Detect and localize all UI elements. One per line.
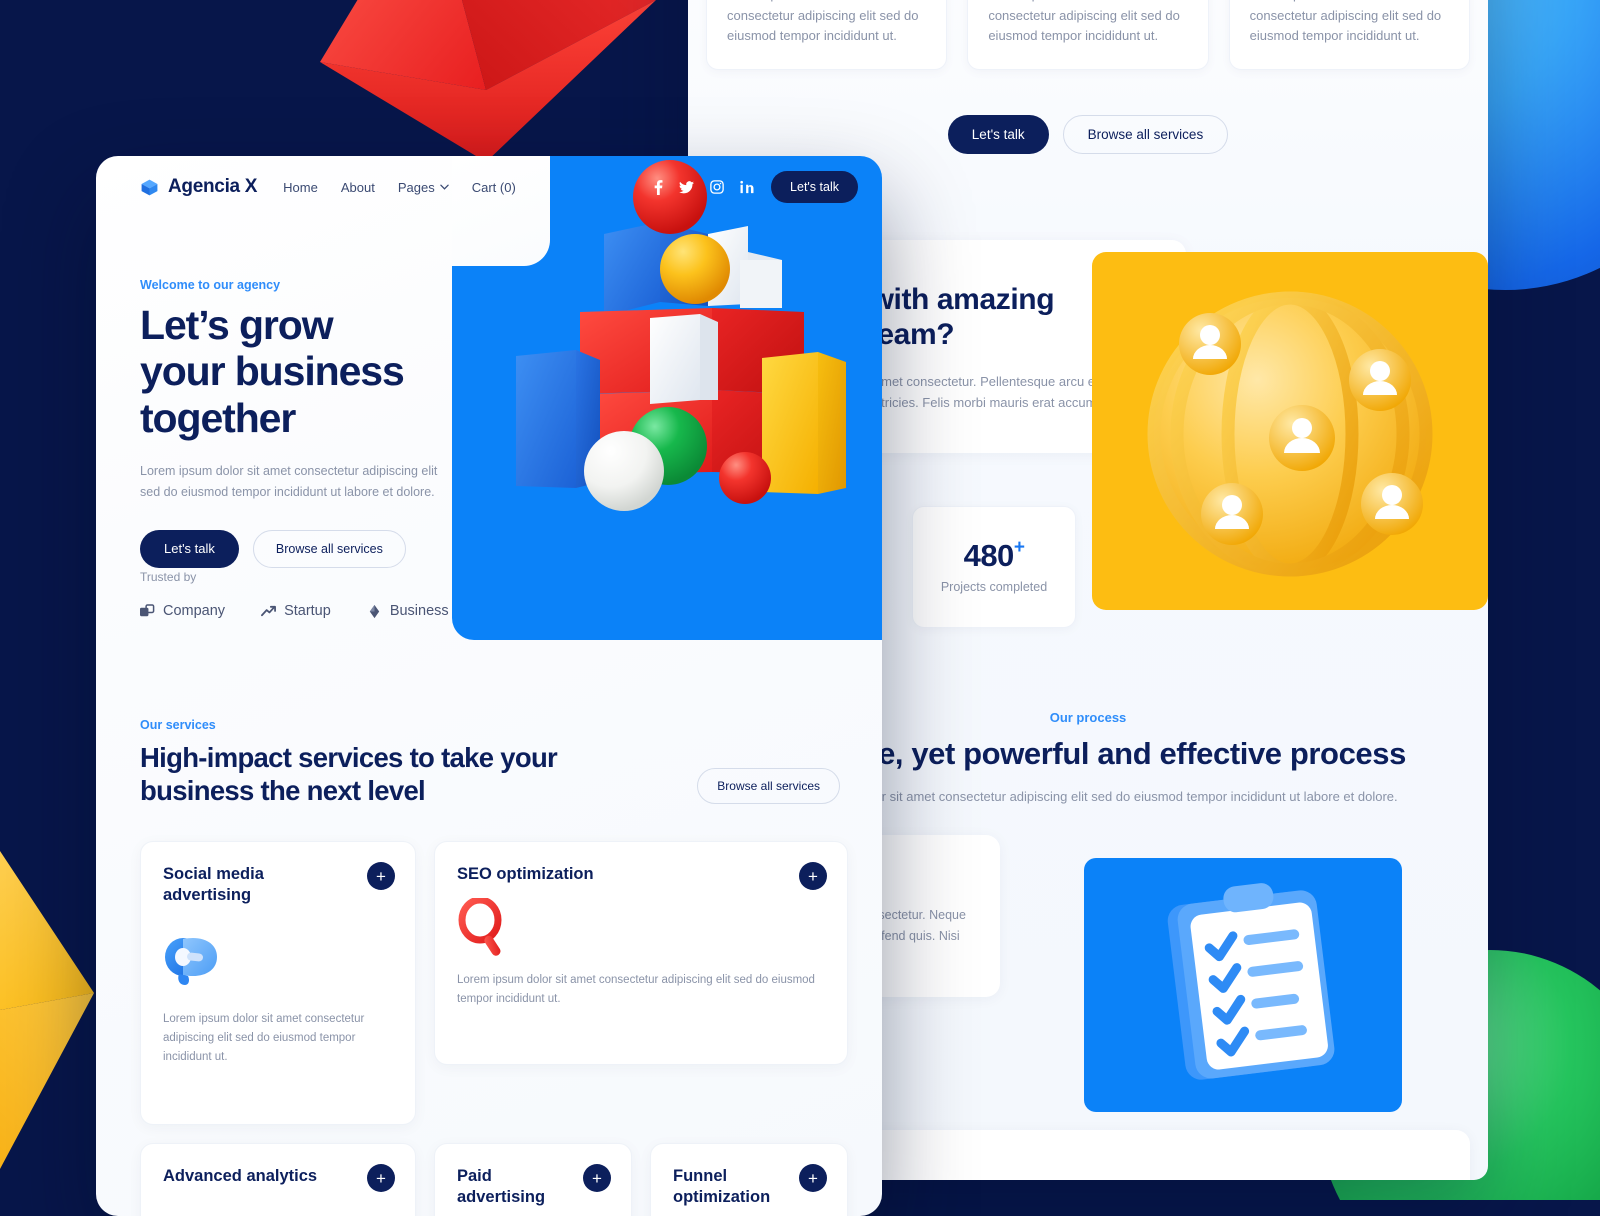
hero-subtitle: Lorem ipsum dolor sit amet consectetur a…	[140, 463, 438, 499]
bg-stat-card: 480+ Projects completed	[912, 506, 1076, 628]
header-right: Let's talk	[654, 171, 858, 203]
bg-feature-card-row: Lorem ipsum dolor sit amet consectetur a…	[688, 0, 1488, 70]
services-title: High-impact services to take your busine…	[140, 742, 558, 806]
services-eyebrow: Our services	[140, 718, 216, 732]
main-nav: Home About Pages Cart (0)	[283, 180, 516, 195]
hero-blue-panel	[452, 156, 882, 640]
foreground-site-preview: Agencia X Home About Pages Cart (0) Let'…	[96, 156, 882, 1216]
bg-feature-card: Lorem ipsum dolor sit amet consectetur a…	[967, 0, 1209, 70]
clipboard-checklist-icon	[1167, 883, 1335, 1080]
trend-arrow-icon	[261, 605, 277, 616]
decor-yellow-octahedron	[0, 851, 94, 1169]
bg-stat-value: 480+	[963, 536, 1025, 574]
linkedin-icon[interactable]	[740, 180, 754, 194]
site-header: Agencia X Home About Pages Cart (0) Let'…	[96, 156, 882, 218]
service-card-expand-button[interactable]: +	[799, 862, 827, 890]
service-card-title: Advanced analytics	[163, 1167, 318, 1185]
service-card-expand-button[interactable]: +	[367, 1164, 395, 1192]
nav-item-cart[interactable]: Cart (0)	[472, 180, 516, 195]
trusted-logo-business: Business	[367, 603, 449, 619]
brand-logo[interactable]: Agencia X	[140, 176, 257, 198]
services-section: Our services High-impact services to tak…	[140, 718, 848, 1216]
bg-stat-suffix: +	[1013, 536, 1025, 558]
squares-icon	[140, 603, 155, 616]
services-browse-button[interactable]: Browse all services	[697, 768, 840, 804]
bg-cta-row: Let's talk Browse all services	[688, 115, 1488, 154]
nav-item-home[interactable]: Home	[283, 180, 318, 195]
hero-browse-services-button[interactable]: Browse all services	[252, 529, 406, 568]
nav-item-about[interactable]: About	[341, 180, 375, 195]
bg-feature-card: Lorem ipsum dolor sit amet consectetur a…	[1228, 0, 1470, 70]
bg-card-body: Lorem ipsum dolor sit amet consectetur a…	[988, 0, 1180, 44]
nav-item-pages[interactable]: Pages	[398, 180, 449, 195]
service-card-social-media[interactable]: Social media advertising + Lorem ipsum d…	[140, 841, 416, 1125]
3d-blocks-illustration	[516, 160, 846, 511]
hero-title: Let’s grow your business together	[140, 302, 460, 441]
diamond-icon	[369, 604, 379, 618]
brand-name: Agencia X	[168, 176, 258, 197]
hero-title-line: your business	[140, 348, 405, 395]
bg-feature-card: Lorem ipsum dolor sit amet consectetur a…	[706, 0, 948, 70]
bg-card-body: Lorem ipsum dolor sit amet consectetur a…	[727, 0, 919, 44]
bg-stat-number: 480	[963, 538, 1015, 574]
service-card-title: Social media advertising	[163, 865, 264, 904]
service-card-funnel-optimization[interactable]: Funnel optimization +	[650, 1143, 848, 1216]
magnifier-icon	[457, 897, 825, 956]
header-lets-talk-button[interactable]: Let's talk	[771, 171, 858, 203]
trusted-logo-row: Company Startup Business	[140, 603, 449, 619]
service-card-body: Lorem ipsum dolor sit amet consectetur a…	[457, 973, 815, 1005]
trusted-by-label: Trusted by	[140, 570, 197, 584]
trusted-logo-label: Business	[389, 603, 449, 619]
bg-globe-card	[1092, 252, 1488, 610]
globe-network-icon	[1147, 291, 1433, 577]
hero-lets-talk-button[interactable]: Let's talk	[140, 529, 239, 568]
facebook-icon[interactable]	[654, 179, 663, 195]
social-links	[654, 179, 754, 195]
trusted-by-section: Trusted by Company Startup Business	[140, 570, 449, 619]
service-card-advanced-analytics[interactable]: Advanced analytics +	[140, 1143, 416, 1216]
service-card-title: SEO optimization	[457, 865, 594, 883]
service-card-paid-advertising[interactable]: Paid advertising +	[434, 1143, 632, 1216]
service-card-body: Lorem ipsum dolor sit amet consectetur a…	[163, 1012, 365, 1063]
bg-browse-services-button[interactable]: Browse all services	[1062, 115, 1229, 154]
hero-title-line: together	[140, 394, 296, 441]
hero-eyebrow: Welcome to our agency	[140, 278, 281, 292]
megaphone-icon	[163, 932, 393, 988]
hero-cta-row: Let's talk Browse all services	[140, 529, 460, 568]
service-card-expand-button[interactable]: +	[367, 862, 395, 890]
trusted-logo-startup: Startup	[261, 603, 331, 619]
instagram-icon[interactable]	[710, 180, 724, 194]
bg-card-body: Lorem ipsum dolor sit amet consectetur a…	[1249, 0, 1442, 44]
hero-section: Welcome to our agency Let’s grow your bu…	[140, 278, 460, 568]
services-header: High-impact services to take your busine…	[140, 732, 840, 807]
nav-item-pages-label: Pages	[397, 179, 435, 195]
service-card-expand-button[interactable]: +	[583, 1164, 611, 1192]
service-card-seo[interactable]: SEO optimization + Lorem ipsum dolor sit…	[434, 841, 848, 1065]
bg-clipboard-card	[1084, 858, 1402, 1112]
twitter-icon[interactable]	[679, 180, 695, 194]
bg-lets-talk-button[interactable]: Let's talk	[947, 115, 1049, 154]
trusted-logo-label: Company	[163, 603, 226, 619]
hero-title-line: Let’s grow	[140, 302, 334, 348]
chevron-down-icon	[439, 184, 449, 190]
bg-stat-label: Projects completed	[940, 580, 1048, 595]
trusted-logo-company: Company	[140, 603, 225, 619]
trusted-logo-label: Startup	[284, 603, 331, 619]
services-grid: Social media advertising + Lorem ipsum d…	[140, 841, 848, 1216]
service-card-expand-button[interactable]: +	[799, 1164, 827, 1192]
cube-logo-icon	[141, 179, 158, 195]
